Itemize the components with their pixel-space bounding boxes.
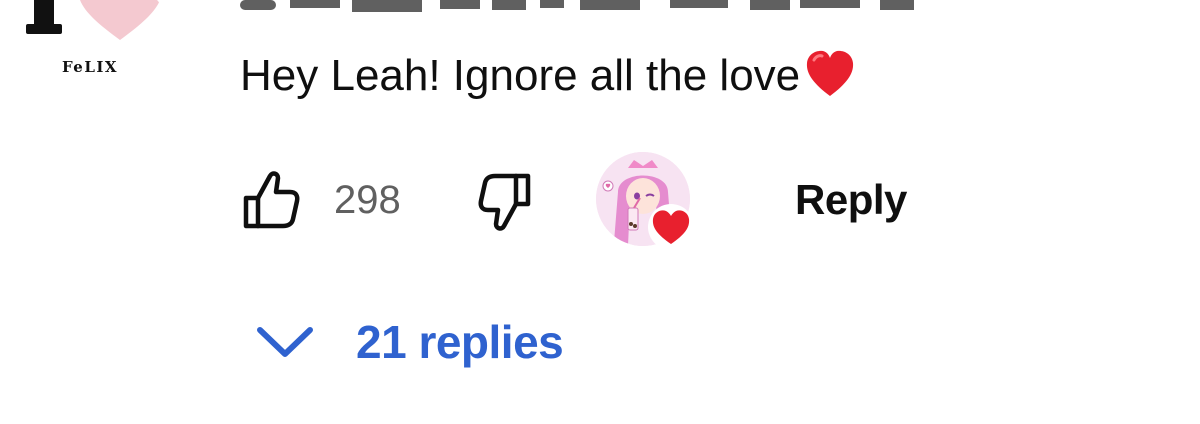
view-replies-button[interactable]: 21 replies [254, 312, 564, 372]
avatar-brand-text: FeLIX [61, 58, 119, 76]
comment-header-cropped [240, 0, 914, 12]
like-count: 298 [334, 178, 401, 222]
commenter-avatar[interactable]: FeLIX [0, 0, 180, 150]
red-heart-icon [807, 50, 854, 96]
avatar-pink-heart-icon [80, 0, 160, 40]
chevron-down-icon [257, 327, 313, 357]
heart-icon [652, 210, 690, 244]
avatar-letter-i-foot [26, 24, 62, 34]
comment-body: Hey Leah! Ignore all the love [240, 51, 801, 100]
reply-button[interactable]: Reply [795, 174, 907, 226]
thumbs-up-icon[interactable] [238, 168, 304, 234]
comment-text: Hey Leah! Ignore all the love [240, 46, 856, 106]
thumbs-down-icon[interactable] [476, 168, 542, 234]
replies-count-label: 21 replies [356, 316, 564, 368]
creator-heart-badge[interactable] [596, 152, 696, 252]
creator-heart-badge-bg [648, 204, 694, 250]
